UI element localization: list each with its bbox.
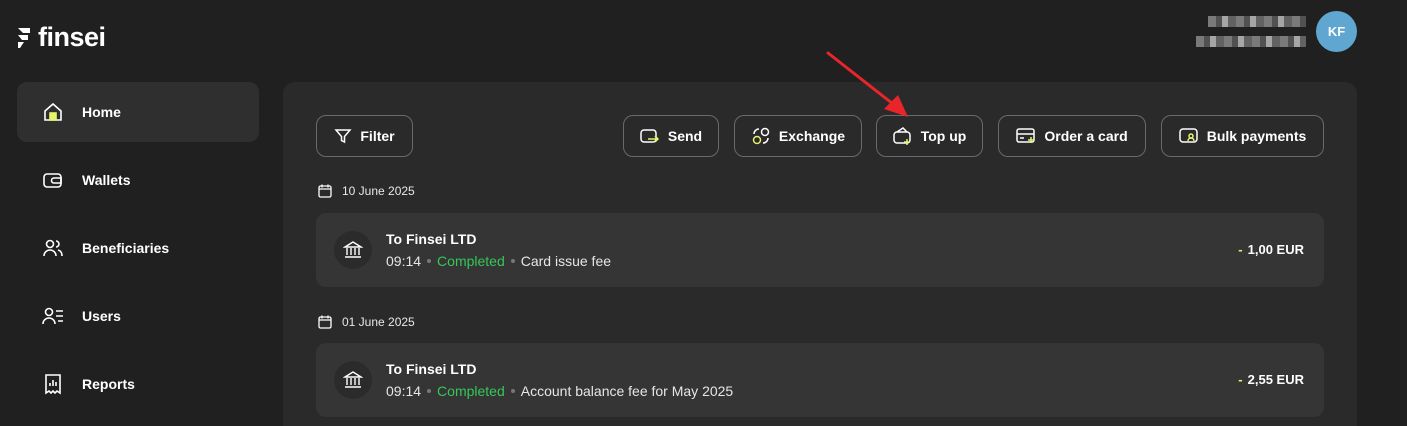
calendar-icon bbox=[318, 315, 332, 329]
sidebar-item-label: Beneficiaries bbox=[82, 240, 170, 256]
sidebar-item-beneficiaries[interactable]: Beneficiaries bbox=[17, 218, 259, 278]
transaction-title: To Finsei LTD bbox=[386, 231, 477, 247]
user-list-icon bbox=[42, 305, 64, 327]
filter-icon bbox=[334, 129, 352, 144]
sidebar-item-users[interactable]: Users bbox=[17, 286, 259, 346]
calendar-icon bbox=[318, 184, 332, 198]
user-menu[interactable]: KF bbox=[1196, 11, 1357, 52]
main-panel: Filter Send Exchange Top up Order a card… bbox=[283, 82, 1357, 426]
top-up-button-label: Top up bbox=[920, 128, 967, 144]
report-icon bbox=[42, 373, 64, 395]
sidebar: Home Wallets Beneficiaries Users Reports bbox=[17, 82, 259, 422]
send-icon bbox=[640, 129, 659, 143]
transaction-title: To Finsei LTD bbox=[386, 361, 477, 377]
date-label: 01 June 2025 bbox=[342, 315, 415, 329]
annotation-arrow-icon bbox=[826, 51, 908, 117]
bank-icon bbox=[334, 231, 372, 269]
separator-dot bbox=[427, 389, 432, 393]
filter-button-label: Filter bbox=[360, 128, 395, 144]
bank-icon bbox=[334, 361, 372, 399]
bulk-payments-button-label: Bulk payments bbox=[1206, 128, 1307, 144]
send-button-label: Send bbox=[667, 128, 703, 144]
transaction-time: 09:14 bbox=[386, 383, 422, 399]
separator-dot bbox=[510, 259, 515, 263]
sidebar-item-label: Users bbox=[82, 308, 121, 324]
sidebar-item-label: Home bbox=[82, 104, 121, 120]
wallet-icon bbox=[42, 169, 64, 191]
transaction-row[interactable]: To Finsei LTD 09:14 Completed Card issue… bbox=[316, 213, 1324, 287]
amount-sign: - bbox=[1238, 242, 1243, 257]
date-label: 10 June 2025 bbox=[342, 184, 415, 198]
order-card-button[interactable]: Order a card bbox=[998, 115, 1146, 157]
user-email-redacted bbox=[1196, 36, 1306, 47]
sidebar-item-wallets[interactable]: Wallets bbox=[17, 150, 259, 210]
filter-button[interactable]: Filter bbox=[316, 115, 413, 157]
sidebar-item-label: Reports bbox=[82, 376, 135, 392]
bulk-payments-icon bbox=[1178, 128, 1198, 143]
send-button[interactable]: Send bbox=[623, 115, 719, 157]
transaction-meta: 09:14 Completed Card issue fee bbox=[386, 253, 611, 269]
user-name-redacted bbox=[1208, 16, 1306, 27]
amount-value: 1,00 EUR bbox=[1247, 242, 1304, 257]
avatar[interactable]: KF bbox=[1316, 11, 1357, 52]
amount-sign: - bbox=[1238, 372, 1243, 387]
date-header: 01 June 2025 bbox=[318, 315, 415, 329]
top-up-wallet-icon bbox=[892, 127, 911, 145]
finsei-logo-icon bbox=[18, 27, 30, 48]
home-icon bbox=[42, 101, 64, 123]
separator-dot bbox=[510, 389, 515, 393]
sidebar-item-home[interactable]: Home bbox=[17, 82, 259, 142]
card-icon bbox=[1016, 128, 1036, 143]
transaction-row[interactable]: To Finsei LTD 09:14 Completed Account ba… bbox=[316, 343, 1324, 417]
exchange-icon bbox=[752, 127, 770, 145]
brand-name: finsei bbox=[38, 22, 106, 52]
user-info-blurred bbox=[1196, 16, 1306, 47]
transaction-amount: - 2,55 EUR bbox=[1238, 372, 1304, 387]
transaction-meta: 09:14 Completed Account balance fee for … bbox=[386, 383, 733, 399]
bulk-payments-button[interactable]: Bulk payments bbox=[1161, 115, 1324, 157]
status-badge: Completed bbox=[437, 383, 505, 399]
separator-dot bbox=[427, 259, 432, 263]
transaction-description: Card issue fee bbox=[520, 253, 612, 269]
status-badge: Completed bbox=[437, 253, 505, 269]
users-icon bbox=[42, 237, 64, 259]
brand-logo[interactable]: finsei bbox=[16, 24, 106, 51]
sidebar-item-reports[interactable]: Reports bbox=[17, 354, 259, 414]
transaction-time: 09:14 bbox=[386, 253, 422, 269]
order-card-button-label: Order a card bbox=[1044, 128, 1128, 144]
amount-value: 2,55 EUR bbox=[1247, 372, 1304, 387]
date-header: 10 June 2025 bbox=[318, 184, 415, 198]
sidebar-item-label: Wallets bbox=[82, 172, 131, 188]
transaction-amount: - 1,00 EUR bbox=[1238, 242, 1304, 257]
exchange-button-label: Exchange bbox=[778, 128, 846, 144]
transaction-description: Account balance fee for May 2025 bbox=[520, 383, 734, 399]
